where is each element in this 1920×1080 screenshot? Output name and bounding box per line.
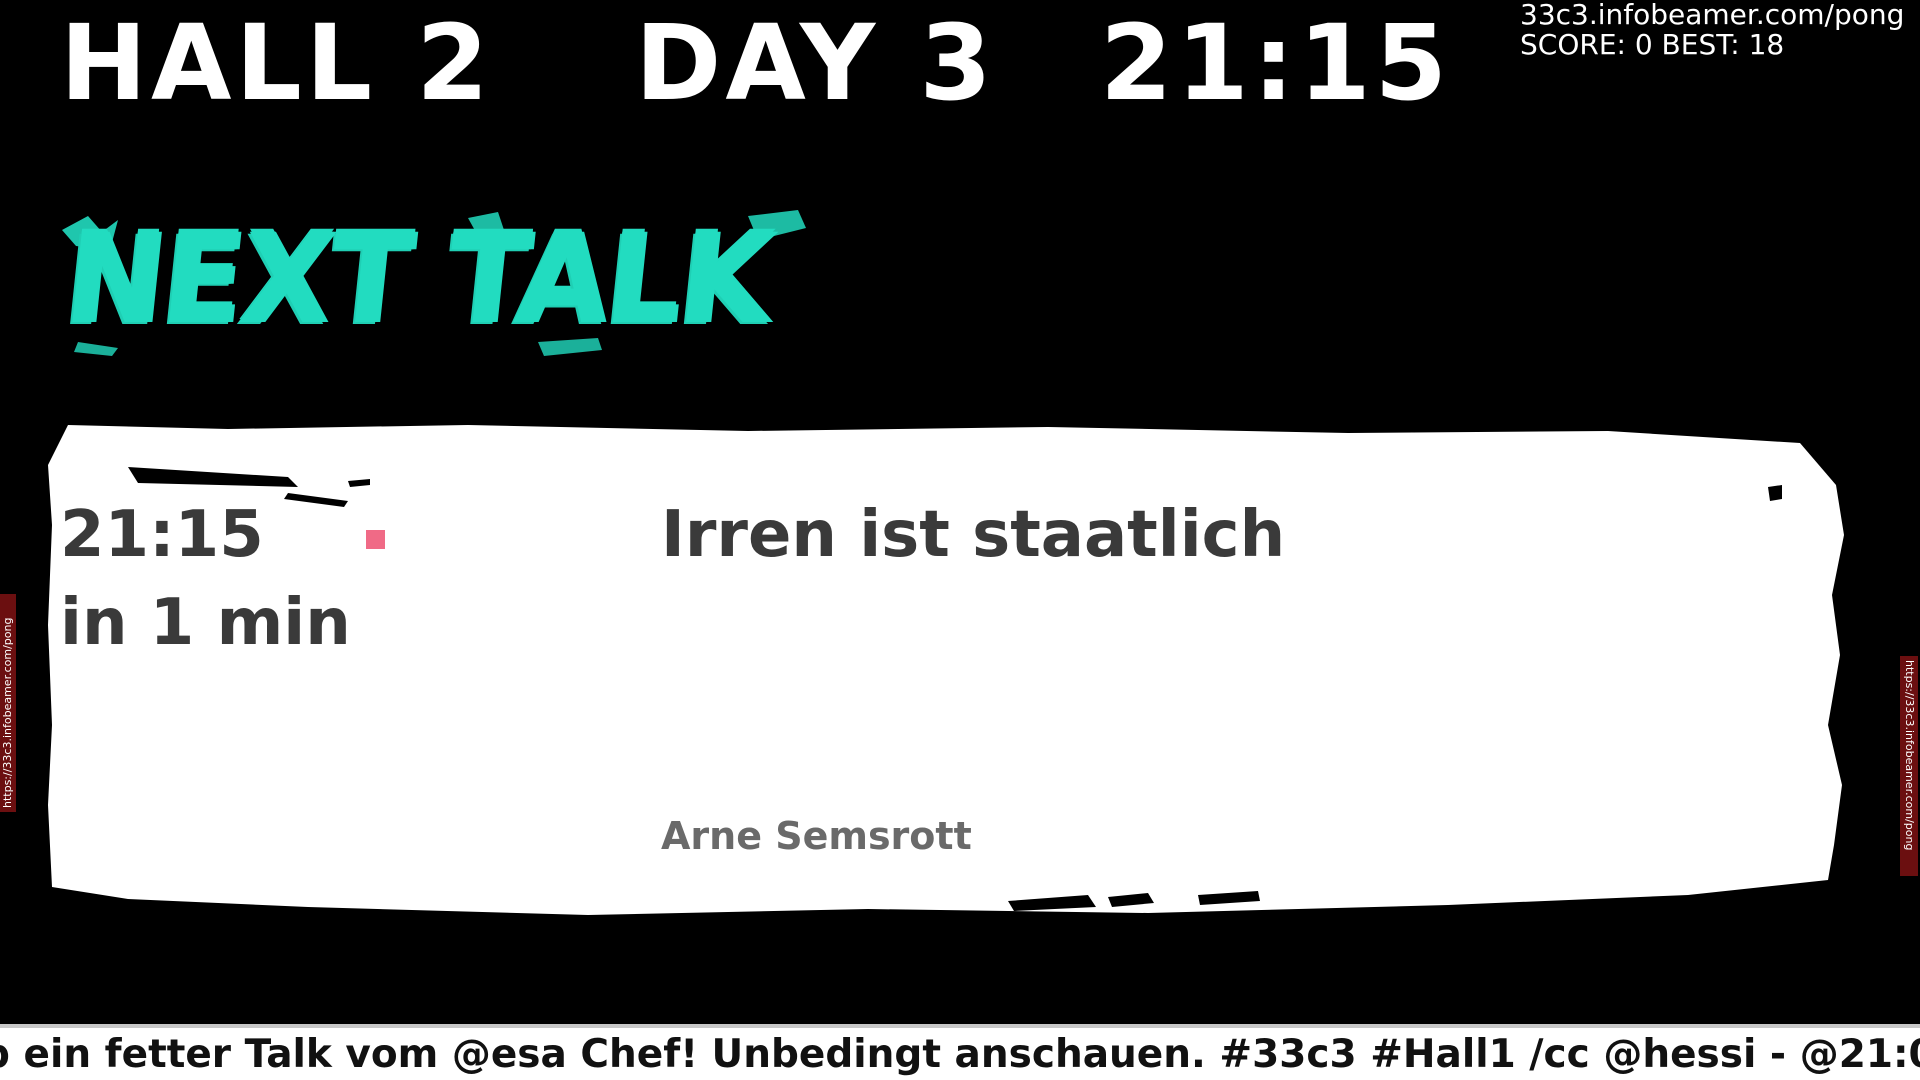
talk-title: Irren ist staatlich — [661, 498, 1286, 572]
day-label: DAY 3 — [635, 2, 996, 124]
next-talk-heading: NEXT TALK — [58, 206, 777, 352]
side-label-left-text: https://33c3.infobeamer.com/pong — [1, 617, 14, 808]
talk-card: 21:15 in 1 min Irren ist staatlich Arne … — [48, 425, 1858, 915]
side-label-left[interactable]: https://33c3.infobeamer.com/pong — [0, 594, 16, 812]
ticker-text: p ein fetter Talk vom @esa Chef! Unbedin… — [0, 1032, 1920, 1077]
talk-speaker: Arne Semsrott — [661, 814, 972, 858]
hall-label: HALL 2 — [60, 2, 493, 124]
clock-time: 21:15 — [1100, 2, 1452, 124]
pong-info: 33c3.infobeamer.com/pong SCORE: 0 BEST: … — [1520, 0, 1920, 60]
side-label-right-text: https://33c3.infobeamer.com/pong — [1903, 660, 1916, 851]
pong-url: 33c3.infobeamer.com/pong — [1520, 0, 1905, 31]
header-bar: HALL 2 DAY 3 21:15 — [60, 8, 1451, 118]
section-title: NEXT TALK — [58, 206, 818, 360]
ticker-bar: p ein fetter Talk vom @esa Chef! Unbedin… — [0, 1024, 1920, 1080]
talk-start-time: 21:15 — [60, 498, 264, 572]
pong-score: SCORE: 0 BEST: 18 — [1520, 28, 1785, 61]
side-label-right[interactable]: https://33c3.infobeamer.com/pong — [1900, 656, 1918, 876]
talk-countdown: in 1 min — [60, 586, 351, 660]
status-marker — [366, 530, 385, 549]
